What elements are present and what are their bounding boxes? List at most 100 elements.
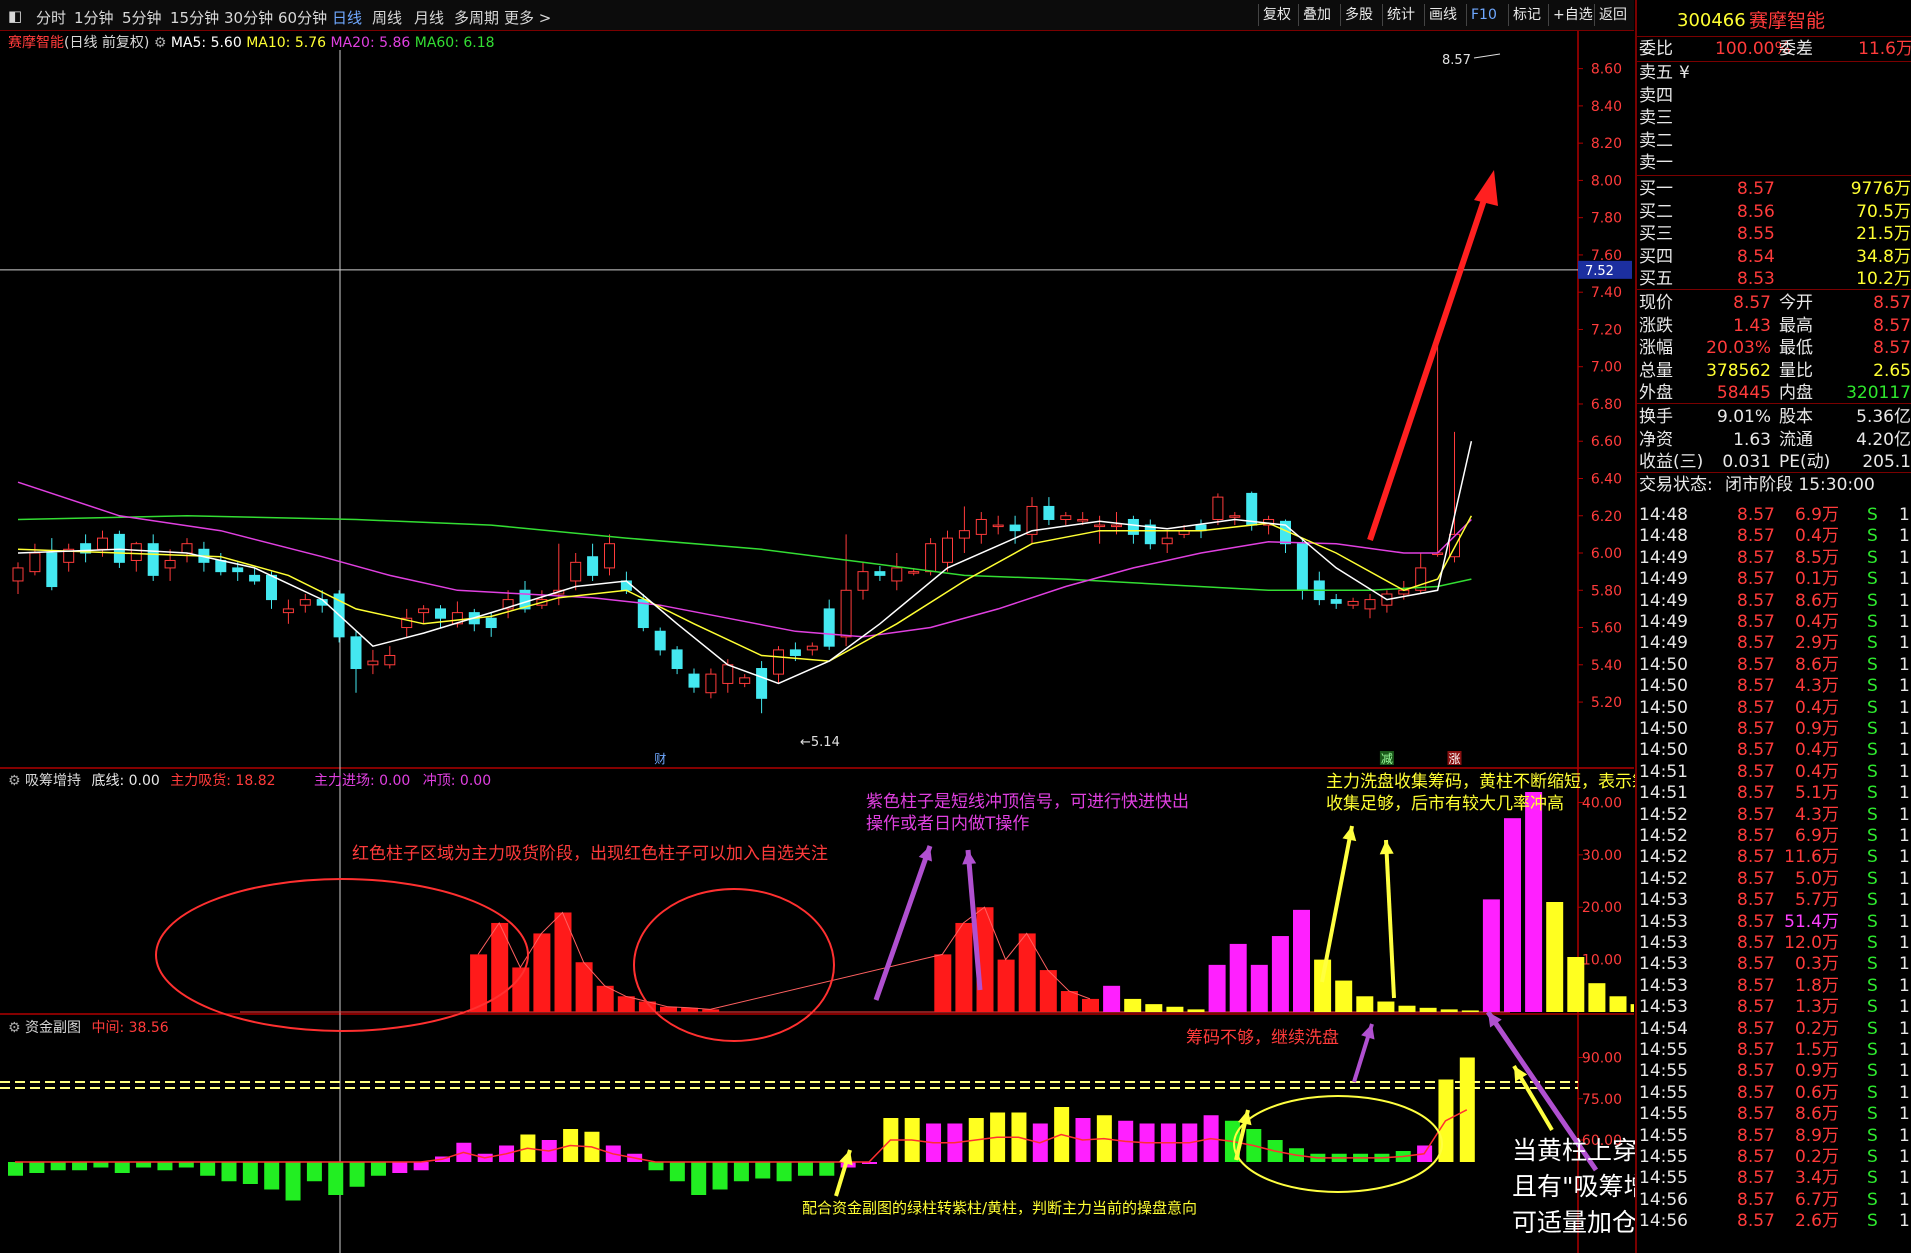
toolbar-button[interactable]: 返回 (1594, 4, 1631, 26)
toolbar-button[interactable]: 叠加 (1298, 4, 1335, 26)
stat-label: 净资 (1639, 429, 1673, 450)
candle-body (705, 673, 717, 694)
tick-time: 14:54 (1639, 1018, 1688, 1039)
tick-time: 14:52 (1639, 868, 1688, 889)
tick-row: 14:49 8.57 0.4万 S 1 (1637, 611, 1911, 633)
tick-row: 14:53 8.57 1.8万 S 1 (1637, 975, 1911, 997)
stat-value: 8.57 (1733, 293, 1771, 313)
indicator1-bar (1546, 902, 1564, 1012)
tick-volume: 8.9万 (1794, 1125, 1839, 1146)
tick-row: 14:54 8.57 0.2万 S 1 (1637, 1018, 1911, 1040)
tick-side: S (1867, 676, 1878, 697)
bid-price: 8.56 (1737, 201, 1775, 222)
period-tab[interactable]: 30分钟 (224, 7, 273, 28)
toolbar-button[interactable]: 标记 (1508, 4, 1545, 26)
indicator1-tick-label: 40.00 (1582, 795, 1622, 811)
stat-value: 5.36亿 (1856, 407, 1911, 427)
toolbar-button[interactable]: F10 (1466, 4, 1501, 26)
tick-side: S (1867, 1168, 1878, 1189)
tick-side: S (1867, 911, 1878, 932)
tick-row: 14:52 8.57 11.6万 S 1 (1637, 846, 1911, 868)
tick-volume: 4.3万 (1794, 676, 1839, 697)
toolbar-button[interactable]: 统计 (1382, 4, 1419, 26)
indicator2-bar (392, 1162, 408, 1173)
tick-count: 1 (1899, 1168, 1910, 1189)
status-label: 交易状态: (1639, 475, 1713, 495)
indicator2-tick-label: 90.00 (1582, 1051, 1622, 1067)
period-tab[interactable]: 日线 (332, 7, 362, 28)
period-tab[interactable]: 多周期 (454, 7, 499, 28)
annotation-washout-2: 收集足够，后市有较大几率冲高 (1326, 794, 1564, 814)
tick-count: 1 (1899, 633, 1910, 654)
indicator1-bar (1271, 936, 1289, 1012)
tick-row: 14:56 8.57 2.6万 S 1 (1637, 1210, 1911, 1232)
stat-row: 涨跌 1.43 最高 8.57 (1637, 315, 1911, 337)
indicator1-bar (1103, 985, 1121, 1012)
tick-volume: 8.6万 (1794, 1104, 1839, 1125)
period-tab[interactable]: 周线 (372, 7, 402, 28)
tick-volume: 0.9万 (1794, 719, 1839, 739)
stock-name: 赛摩智能 (1749, 10, 1826, 32)
settings-icon[interactable]: ⚙ (154, 35, 167, 51)
candle-body (12, 567, 24, 582)
tick-volume: 0.4万 (1794, 740, 1839, 761)
tick-volume: 0.4万 (1794, 526, 1839, 547)
period-tab[interactable]: 分时 (36, 7, 66, 28)
period-tab[interactable]: 5分钟 (122, 7, 162, 28)
tick-time: 14:53 (1639, 954, 1688, 975)
indicator1-tick-label: 10.00 (1582, 953, 1622, 969)
tick-count: 1 (1899, 868, 1910, 889)
tick-count: 1 (1899, 1104, 1910, 1125)
ask-label: 卖三 (1639, 108, 1673, 129)
indicator1-tick-label: 20.00 (1582, 900, 1622, 916)
tick-time: 14:52 (1639, 847, 1688, 868)
tick-count: 1 (1899, 547, 1910, 568)
tick-time: 14:56 (1639, 1211, 1688, 1232)
candle-body (147, 543, 159, 576)
period-tab[interactable]: 60分钟 (278, 7, 327, 28)
annotation-red-zone: 红色柱子区域为主力吸货阶段，出现红色柱子可以加入自选关注 (352, 844, 828, 864)
candle-body (1347, 600, 1359, 606)
price-tick-label: 7.00 (1591, 360, 1622, 376)
bid-volume: 9776万 (1850, 179, 1911, 199)
tick-price: 8.57 (1737, 761, 1775, 782)
period-tab[interactable]: 15分钟 (170, 7, 219, 28)
settings-icon[interactable]: ⚙ (8, 773, 21, 789)
signal-arrow-head (918, 846, 932, 862)
indicator1-bar (1314, 959, 1332, 1012)
bid-price: 8.53 (1737, 269, 1775, 290)
candle-body (925, 543, 937, 573)
period-tab[interactable]: 月线 (414, 7, 444, 28)
bid-row: 买一 8.57 9776万 (1637, 178, 1911, 200)
stat-label: 总量 (1639, 360, 1673, 381)
toolbar-button[interactable]: 复权 (1258, 4, 1295, 26)
kline-chart[interactable]: 8.608.408.208.007.807.607.407.207.006.80… (0, 0, 1634, 1253)
tick-price: 8.57 (1737, 1104, 1775, 1125)
panel-toggle-icon[interactable]: ◧ (8, 7, 22, 25)
stat-value: 378562 (1706, 360, 1771, 381)
indicator1-bar (1082, 998, 1099, 1012)
period-tab[interactable]: 1分钟 (74, 7, 114, 28)
tick-side: S (1867, 933, 1878, 953)
tick-count: 1 (1899, 1082, 1910, 1103)
tick-price: 8.57 (1737, 975, 1775, 996)
indicator1-bar (934, 954, 952, 1012)
indicator2-bar (157, 1162, 173, 1171)
indicator2-bar (8, 1162, 23, 1176)
tick-count: 1 (1899, 505, 1910, 525)
tick-count: 1 (1899, 997, 1910, 1018)
stat-label: 今开 (1779, 293, 1813, 313)
toolbar-button[interactable]: 画线 (1424, 4, 1461, 26)
toolbar-button[interactable]: +自选 (1548, 4, 1597, 26)
indicator1-bar (997, 959, 1015, 1012)
candle-body (1009, 524, 1021, 532)
tick-count: 1 (1899, 804, 1910, 825)
stat-label: 涨幅 (1639, 338, 1673, 359)
tick-row: 14:55 8.57 0.6万 S 1 (1637, 1082, 1911, 1104)
tick-side: S (1867, 697, 1878, 718)
tick-side: S (1867, 547, 1878, 568)
settings-icon[interactable]: ⚙ (8, 1020, 21, 1036)
indicator1-bar (1335, 980, 1353, 1012)
toolbar-button[interactable]: 多股 (1340, 4, 1377, 26)
period-tab[interactable]: 更多 > (504, 7, 551, 28)
